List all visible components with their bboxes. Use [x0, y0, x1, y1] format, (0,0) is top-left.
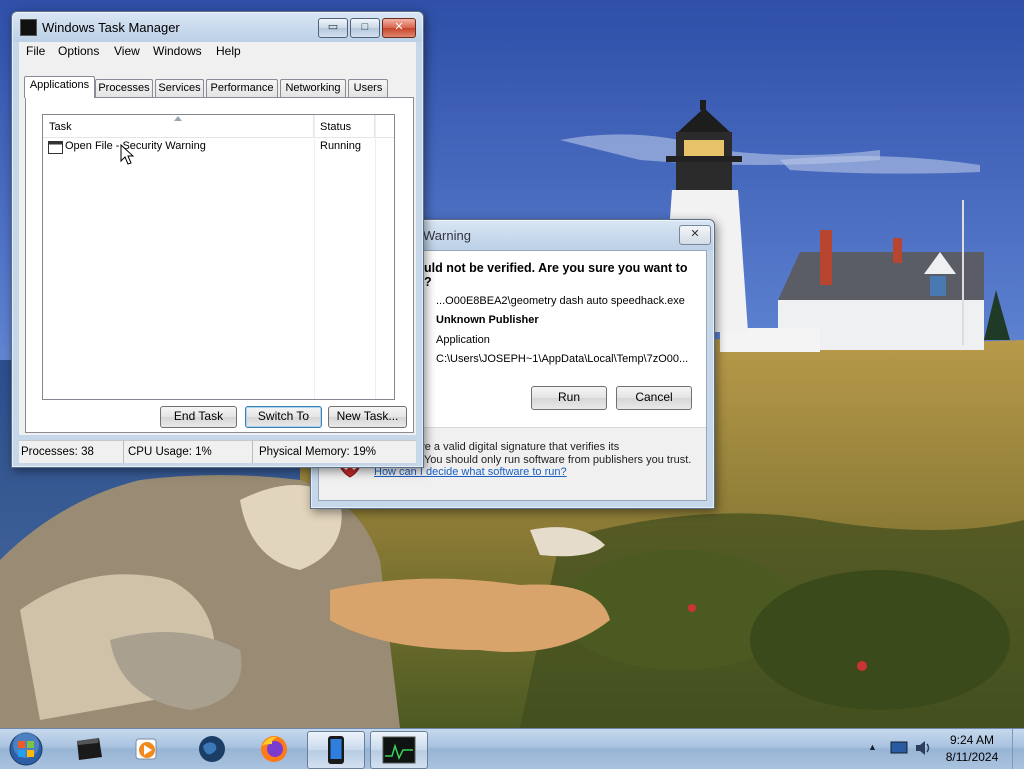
firefox-icon: [261, 736, 287, 762]
task-list[interactable]: Task Status Open File - Security Warning…: [42, 114, 395, 400]
clock-date[interactable]: 8/11/2024: [937, 750, 1007, 764]
window-app-icon: [48, 141, 63, 154]
new-task-button[interactable]: New Task...: [328, 406, 407, 428]
run-button[interactable]: Run: [531, 386, 607, 410]
globe-icon: [199, 736, 225, 762]
menu-options[interactable]: Options: [58, 44, 99, 58]
security-warning-close-button[interactable]: ✕: [679, 225, 711, 245]
start-button-windows-icon[interactable]: [6, 731, 46, 767]
taskbar-firefox[interactable]: [246, 731, 302, 767]
task-name-cell: Open File - Security Warning: [65, 140, 206, 152]
file-name-value: ...O00E8BEA2\geometry dash auto speedhac…: [436, 295, 685, 307]
menu-bar: File Options View Windows Help: [19, 42, 416, 62]
column-separator: [314, 115, 315, 399]
cancel-button[interactable]: Cancel: [616, 386, 692, 410]
close-button[interactable]: ✕: [382, 18, 416, 38]
network-monitor-icon[interactable]: [890, 741, 908, 755]
taskbar-globe[interactable]: [184, 731, 240, 767]
task-manager-title: Windows Task Manager: [42, 20, 180, 35]
task-list-header: Task Status: [43, 115, 394, 138]
task-manager-app-icon: [20, 19, 37, 36]
applications-panel: Task Status Open File - Security Warning…: [25, 97, 414, 433]
headline-line2: ?: [424, 275, 432, 289]
volume-icon[interactable]: [914, 739, 932, 757]
show-desktop-button[interactable]: [1012, 729, 1024, 769]
status-cpu-usage: CPU Usage: 1%: [126, 441, 253, 463]
task-manager-body: Applications Processes Services Performa…: [19, 62, 416, 435]
status-bar: Processes: 38 CPU Usage: 1% Physical Mem…: [19, 440, 416, 463]
tab-users[interactable]: Users: [348, 79, 388, 97]
menu-view[interactable]: View: [114, 44, 140, 58]
media-center-play-icon: [135, 738, 157, 760]
tab-processes[interactable]: Processes: [95, 79, 153, 97]
show-hidden-icons-arrow[interactable]: ▲: [868, 742, 877, 752]
menu-file[interactable]: File: [26, 44, 45, 58]
taskbar-media-center[interactable]: [120, 731, 176, 767]
menu-help[interactable]: Help: [216, 44, 241, 58]
column-header-status[interactable]: Status: [314, 115, 375, 137]
maximize-button[interactable]: □: [350, 18, 380, 38]
mouse-cursor-icon: [120, 144, 134, 165]
media-player-icon: [77, 738, 102, 760]
security-warning-headline: uld not be verified. Are you sure you wa…: [424, 261, 704, 289]
end-task-button[interactable]: End Task: [160, 406, 237, 428]
publisher-value: Unknown Publisher: [436, 314, 539, 326]
task-manager-window[interactable]: Windows Task Manager ▭ □ ✕ File Options …: [11, 11, 424, 468]
clock-time[interactable]: 9:24 AM: [937, 733, 1007, 747]
phone-icon: [328, 736, 344, 764]
tab-services[interactable]: Services: [155, 79, 204, 97]
task-manager-graph-icon: [382, 736, 416, 764]
switch-to-button[interactable]: Switch To: [245, 406, 322, 428]
taskbar-task-manager[interactable]: [370, 731, 428, 769]
status-physical-memory: Physical Memory: 19%: [259, 446, 376, 458]
tab-performance[interactable]: Performance: [206, 79, 278, 97]
table-row[interactable]: Open File - Security Warning Running: [43, 139, 393, 157]
tab-networking[interactable]: Networking: [280, 79, 346, 97]
headline-line1: uld not be verified. Are you sure you wa…: [424, 261, 688, 275]
column-separator: [375, 115, 376, 399]
status-processes: Processes: 38: [19, 441, 124, 463]
minimize-button[interactable]: ▭: [318, 18, 348, 38]
taskbar-phone-app[interactable]: [307, 731, 365, 769]
tab-applications[interactable]: Applications: [24, 76, 95, 98]
taskbar: ▲ 9:24 AM 8/11/2024: [0, 728, 1024, 769]
file-from-value: C:\Users\JOSEPH~1\AppData\Local\Temp\7zO…: [436, 353, 689, 365]
task-status-cell: Running: [320, 140, 361, 152]
task-manager-titlebar[interactable]: Windows Task Manager ▭ □ ✕: [12, 12, 423, 42]
sort-ascending-icon: [174, 116, 182, 121]
file-type-value: Application: [436, 334, 490, 346]
taskbar-media-player[interactable]: [62, 731, 118, 767]
security-warning-title: Warning: [423, 228, 471, 243]
menu-windows[interactable]: Windows: [153, 44, 202, 58]
